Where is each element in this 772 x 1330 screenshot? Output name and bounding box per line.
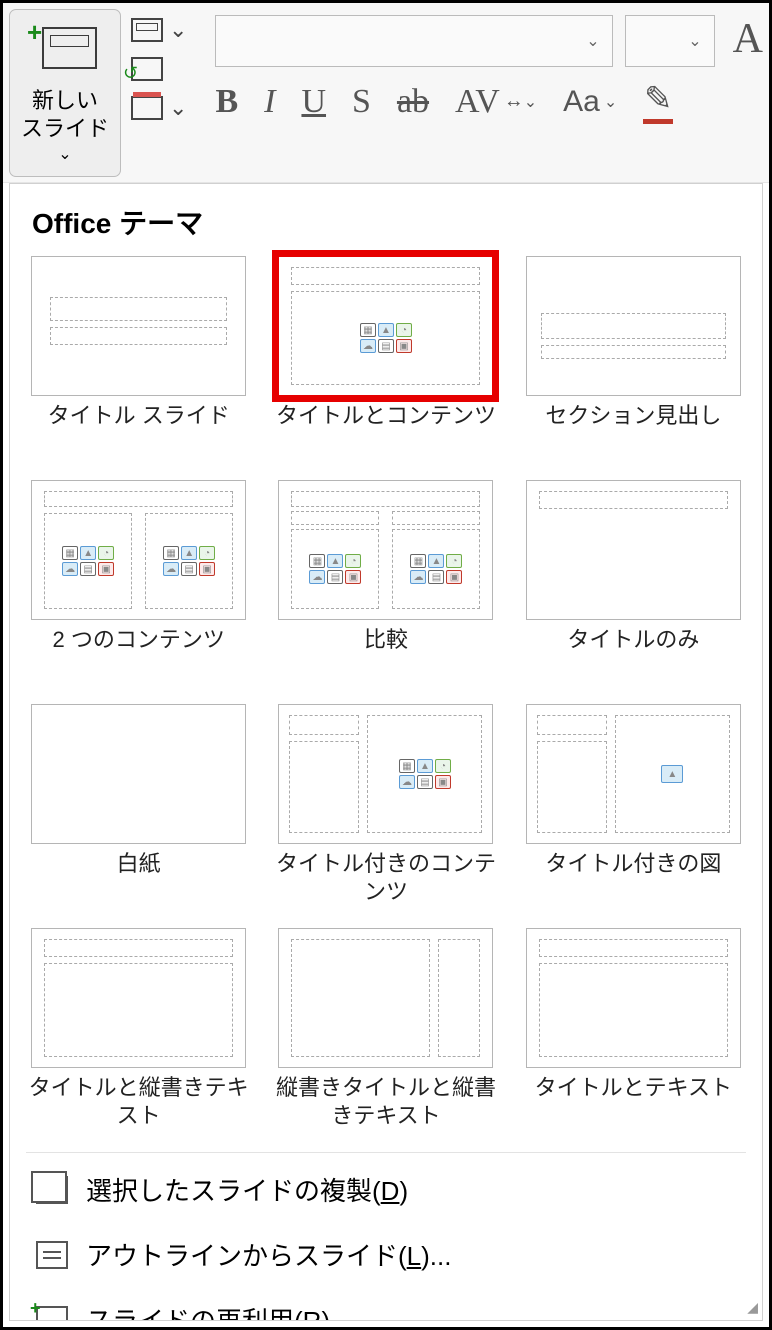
font-name-select[interactable]: ⌄	[215, 15, 612, 67]
layout-label: タイトルとコンテンツ	[276, 402, 496, 458]
slides-from-outline-menu[interactable]: アウトラインからスライド(L)...	[26, 1222, 746, 1287]
duplicate-icon	[36, 1176, 68, 1204]
chevron-down-icon: ⌄	[169, 17, 187, 43]
gallery-title: Office テーマ	[32, 202, 746, 242]
slide-tools-column: ⌄ ↺ ⌄	[131, 9, 187, 121]
plus-icon: +	[27, 17, 42, 48]
layout-option-blank[interactable]: 白紙	[26, 704, 251, 906]
layout-label: タイトル付きのコンテンツ	[273, 850, 498, 906]
increase-font-button[interactable]: A	[727, 15, 763, 67]
layout-option-section_header[interactable]: セクション見出し	[521, 256, 746, 458]
menu-label: 選択したスライドの複製(D)	[86, 1171, 408, 1208]
layout-option-vtitle_vtext[interactable]: 縦書きタイトルと縦書きテキスト	[273, 928, 498, 1130]
menu-label: スライドの再利用(R)...	[86, 1301, 352, 1321]
new-slide-label: 新しい スライド	[21, 87, 109, 142]
layout-option-title_vtext[interactable]: タイトルと縦書きテキスト	[26, 928, 251, 1130]
chevron-down-icon: ⌄	[586, 31, 599, 51]
layout-option-picture_caption[interactable]: ▲ タイトル付きの図	[521, 704, 746, 906]
layout-label: タイトルとテキスト	[535, 1074, 732, 1130]
layout-thumbnail	[526, 480, 741, 620]
change-case-button[interactable]: Aa⌄	[563, 85, 617, 119]
layout-option-title_only[interactable]: タイトルのみ	[521, 480, 746, 682]
layout-label: 比較	[364, 626, 408, 682]
strikethrough-button[interactable]: ab	[397, 83, 429, 121]
layout-option-title_content[interactable]: ▦▲◔ ☁▤▣ タイトルとコンテンツ	[273, 256, 498, 458]
layout-label: タイトル付きの図	[545, 850, 721, 906]
chevron-down-icon: ⌄	[169, 95, 187, 121]
layout-option-two_content[interactable]: ▦▲◔ ☁▤▣ ▦▲◔ ☁▤▣ 2 つのコンテンツ	[26, 480, 251, 682]
layout-label: 縦書きタイトルと縦書きテキスト	[273, 1074, 498, 1130]
layout-thumbnail: ▦▲◔ ☁▤▣	[278, 256, 493, 396]
layout-option-title[interactable]: タイトル スライド	[26, 256, 251, 458]
reset-button[interactable]: ↺	[131, 57, 187, 81]
bold-button[interactable]: B	[215, 83, 238, 121]
new-slide-icon: +	[30, 21, 100, 76]
layout-label: タイトル スライド	[48, 402, 230, 458]
reuse-slides-menu[interactable]: + スライドの再利用(R)...	[26, 1287, 746, 1321]
layout-label: セクション見出し	[545, 402, 721, 458]
chevron-down-icon: ⌄	[688, 31, 701, 51]
char-spacing-button[interactable]: AV↔⌄	[455, 83, 537, 121]
layout-label: 2 つのコンテンツ	[52, 626, 224, 682]
italic-button[interactable]: I	[264, 83, 275, 121]
layout-gallery-panel: Office テーマ タイトル スライド ▦▲◔ ☁▤▣ タイトルとコンテンツ …	[9, 183, 763, 1321]
layout-option-content_caption[interactable]: ▦▲◔ ☁▤▣ タイトル付きのコンテンツ	[273, 704, 498, 906]
layout-thumbnail	[31, 256, 246, 396]
layout-thumbnail	[526, 256, 741, 396]
section-button[interactable]: ⌄	[131, 95, 187, 121]
layout-option-title_text[interactable]: タイトルとテキスト	[521, 928, 746, 1130]
separator	[26, 1152, 746, 1153]
outline-icon	[36, 1241, 68, 1269]
highlight-button[interactable]: ✎	[643, 79, 673, 124]
chevron-down-icon[interactable]: ⌄	[58, 144, 71, 164]
ribbon-toolbar: + 新しい スライド ⌄ ⌄ ↺ ⌄ ⌄ ⌄ A B I U S ab AV↔⌄…	[3, 3, 769, 183]
shadow-button[interactable]: S	[352, 83, 371, 121]
layout-thumbnail: ▦▲◔ ☁▤▣ ▦▲◔ ☁▤▣	[278, 480, 493, 620]
layout-thumbnail	[31, 928, 246, 1068]
font-group: ⌄ ⌄ A B I U S ab AV↔⌄ Aa⌄ ✎	[215, 9, 763, 124]
layout-thumbnail	[31, 704, 246, 844]
new-slide-button[interactable]: + 新しい スライド ⌄	[9, 9, 121, 177]
layout-thumbnail: ▦▲◔ ☁▤▣	[278, 704, 493, 844]
resize-grip[interactable]: ◢	[747, 1299, 758, 1316]
menu-label: アウトラインからスライド(L)...	[86, 1236, 451, 1273]
layout-label: タイトルと縦書きテキスト	[26, 1074, 251, 1130]
underline-button[interactable]: U	[301, 83, 326, 121]
layout-label: 白紙	[117, 850, 161, 906]
layout-label: タイトルのみ	[567, 626, 699, 682]
layout-thumbnail: ▦▲◔ ☁▤▣ ▦▲◔ ☁▤▣	[31, 480, 246, 620]
layout-grid: タイトル スライド ▦▲◔ ☁▤▣ タイトルとコンテンツ セクション見出し ▦▲…	[26, 256, 746, 1144]
layout-button[interactable]: ⌄	[131, 17, 187, 43]
layout-thumbnail	[526, 928, 741, 1068]
font-size-select[interactable]: ⌄	[625, 15, 715, 67]
layout-thumbnail: ▲	[526, 704, 741, 844]
reuse-icon: +	[36, 1306, 68, 1322]
duplicate-slides-menu[interactable]: 選択したスライドの複製(D)	[26, 1157, 746, 1222]
layout-option-comparison[interactable]: ▦▲◔ ☁▤▣ ▦▲◔ ☁▤▣ 比較	[273, 480, 498, 682]
layout-thumbnail	[278, 928, 493, 1068]
